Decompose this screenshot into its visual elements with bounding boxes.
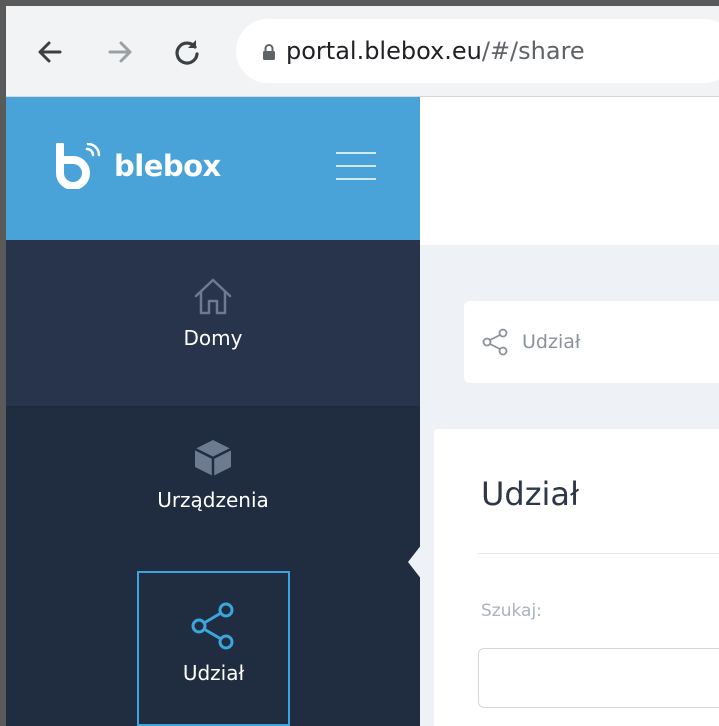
sidebar-item-domy[interactable]: Domy (6, 240, 420, 407)
browser-window: portal.blebox.eu/#/share blebox Domy Urz… (6, 6, 719, 726)
share-card: Udział Szukaj: (434, 429, 719, 726)
logo-text: blebox (114, 149, 221, 183)
breadcrumb-label: Udział (522, 331, 581, 353)
sidebar-item-udzial[interactable]: Udział (6, 571, 420, 726)
forward-arrow-icon (108, 41, 132, 63)
divider (478, 553, 719, 554)
forward-button[interactable] (102, 34, 138, 70)
share-icon (191, 602, 233, 650)
reload-icon (175, 40, 199, 65)
menu-toggle-button[interactable] (336, 152, 376, 184)
search-label: Szukaj: (481, 601, 542, 621)
top-bar (420, 97, 719, 245)
sidebar: blebox Domy Urządzenia Udział (6, 97, 420, 726)
blebox-logo[interactable]: blebox (50, 143, 221, 189)
hamburger-icon-line (336, 152, 376, 154)
reload-button[interactable] (169, 34, 205, 70)
sidebar-item-label: Udział (182, 661, 245, 685)
sidebar-item-label: Domy (183, 326, 243, 350)
breadcrumb: Udział (464, 301, 719, 383)
sidebar-item-label: Urządzenia (157, 488, 269, 512)
url-path: /#/share (481, 37, 585, 65)
page-title: Udział (481, 475, 580, 513)
address-bar[interactable]: portal.blebox.eu/#/share (236, 19, 719, 83)
back-button[interactable] (32, 34, 68, 70)
active-item-highlight: Udział (137, 571, 290, 726)
lock-icon (263, 44, 275, 60)
blebox-logo-icon (56, 143, 101, 189)
browser-toolbar: portal.blebox.eu/#/share (6, 6, 719, 97)
url-host: portal.blebox.eu (286, 37, 482, 65)
url-text: portal.blebox.eu/#/share (286, 37, 585, 65)
cube-icon (194, 440, 232, 476)
search-input[interactable] (478, 648, 719, 708)
hamburger-icon-line (336, 178, 376, 180)
hamburger-icon-line (336, 165, 376, 167)
sidebar-item-urzadzenia[interactable]: Urządzenia (6, 407, 420, 571)
home-icon (194, 278, 232, 315)
back-arrow-icon (38, 41, 62, 63)
brand-header: blebox (6, 97, 420, 240)
share-icon (482, 328, 508, 356)
